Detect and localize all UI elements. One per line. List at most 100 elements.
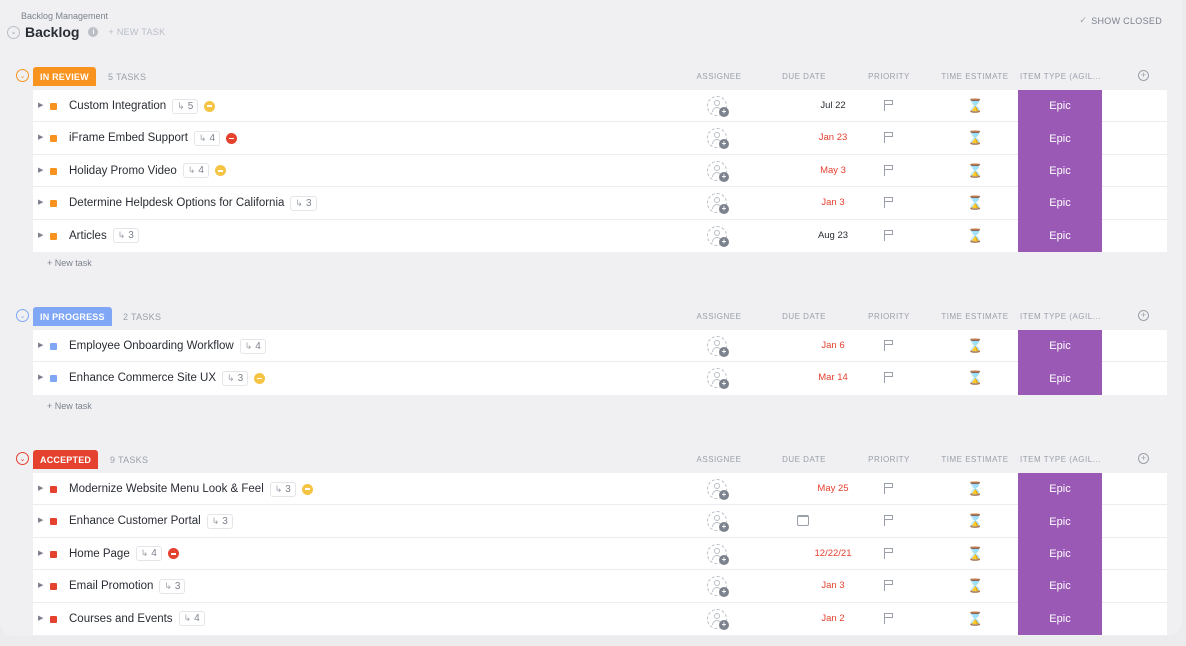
- expand-caret-icon[interactable]: ▶: [38, 581, 43, 589]
- col-assignee[interactable]: ASSIGNEE: [697, 312, 742, 321]
- hourglass-icon[interactable]: ⌛: [967, 512, 983, 530]
- status-pill[interactable]: IN PROGRESS: [33, 307, 112, 326]
- task-name[interactable]: Employee Onboarding Workflow: [69, 340, 234, 352]
- hourglass-icon[interactable]: ⌛: [967, 227, 983, 245]
- group-collapse-icon[interactable]: ⌄: [16, 452, 29, 465]
- expand-caret-icon[interactable]: ▶: [38, 549, 43, 557]
- expand-caret-icon[interactable]: ▶: [38, 516, 43, 524]
- hourglass-icon[interactable]: ⌛: [967, 129, 983, 147]
- expand-caret-icon[interactable]: ▶: [38, 614, 43, 622]
- item-type-cell[interactable]: Epic: [1018, 537, 1102, 571]
- item-type-cell[interactable]: Epic: [1018, 602, 1102, 635]
- table-row[interactable]: ▶ Email Promotion ↳ 3 + Jan 3 ⌛ Epic: [33, 570, 1167, 603]
- add-assignee-icon[interactable]: +: [707, 608, 729, 630]
- priority-status-icon[interactable]: [301, 483, 313, 495]
- expand-caret-icon[interactable]: ▶: [38, 231, 43, 239]
- status-pill[interactable]: IN REVIEW: [33, 67, 96, 86]
- table-row[interactable]: ▶ Determine Helpdesk Options for Califor…: [33, 187, 1167, 220]
- task-name[interactable]: Determine Helpdesk Options for Californi…: [69, 197, 284, 209]
- table-row[interactable]: ▶ Modernize Website Menu Look & Feel ↳ 3 …: [33, 473, 1167, 506]
- group-collapse-icon[interactable]: ⌄: [16, 69, 29, 82]
- due-date[interactable]: 12/22/21: [803, 538, 863, 570]
- item-type-cell[interactable]: Epic: [1018, 570, 1102, 603]
- task-name[interactable]: Courses and Events: [69, 613, 173, 625]
- status-square-icon[interactable]: [50, 343, 57, 350]
- priority-flag-icon[interactable]: [884, 483, 894, 494]
- add-assignee-icon[interactable]: +: [707, 96, 729, 117]
- add-column-icon[interactable]: +: [1138, 310, 1149, 321]
- col-priority[interactable]: PRIORITY: [868, 455, 910, 464]
- priority-flag-icon[interactable]: [884, 372, 894, 384]
- priority-flag-icon[interactable]: [884, 547, 894, 559]
- status-square-icon[interactable]: [50, 550, 57, 558]
- priority-flag-icon[interactable]: [884, 580, 894, 592]
- expand-caret-icon[interactable]: ▶: [38, 101, 43, 109]
- subtask-badge[interactable]: ↳ 4: [182, 163, 209, 179]
- hourglass-icon[interactable]: ⌛: [967, 610, 983, 628]
- status-square-icon[interactable]: [50, 615, 57, 623]
- add-assignee-icon[interactable]: +: [707, 225, 729, 247]
- hourglass-icon[interactable]: ⌛: [967, 97, 983, 115]
- priority-flag-icon[interactable]: [884, 340, 894, 351]
- add-column-icon[interactable]: +: [1138, 70, 1149, 81]
- col-due-date[interactable]: DUE DATE: [782, 72, 826, 81]
- subtask-badge[interactable]: ↳ 5: [172, 98, 199, 114]
- expand-caret-icon[interactable]: ▶: [38, 484, 43, 492]
- subtask-badge[interactable]: ↳ 3: [269, 481, 296, 497]
- priority-status-icon[interactable]: [204, 100, 216, 112]
- calendar-icon[interactable]: [797, 515, 809, 527]
- item-type-cell[interactable]: Epic: [1018, 330, 1102, 363]
- due-date[interactable]: Jan 23: [803, 122, 863, 154]
- breadcrumb[interactable]: Backlog Management: [21, 11, 108, 21]
- expand-caret-icon[interactable]: ▶: [38, 373, 43, 381]
- task-name[interactable]: Enhance Customer Portal: [69, 515, 201, 527]
- info-icon[interactable]: i: [88, 27, 99, 37]
- col-assignee[interactable]: ASSIGNEE: [697, 455, 742, 464]
- priority-status-icon[interactable]: [167, 548, 179, 560]
- task-name[interactable]: Email Promotion: [69, 580, 153, 592]
- status-square-icon[interactable]: [50, 167, 57, 175]
- col-time-estimate[interactable]: TIME ESTIMATE: [941, 72, 1008, 81]
- add-assignee-icon[interactable]: +: [707, 576, 729, 598]
- hourglass-icon[interactable]: ⌛: [967, 577, 983, 595]
- priority-flag-icon[interactable]: [884, 515, 894, 527]
- hourglass-icon[interactable]: ⌛: [967, 162, 983, 180]
- table-row[interactable]: ▶ Holiday Promo Video ↳ 4 + May 3 ⌛ Epic: [33, 154, 1167, 188]
- col-assignee[interactable]: ASSIGNEE: [697, 72, 742, 81]
- add-assignee-icon[interactable]: +: [707, 543, 729, 565]
- due-date[interactable]: May 25: [803, 473, 863, 505]
- group-collapse-icon[interactable]: ⌄: [16, 309, 29, 322]
- due-date[interactable]: Jan 2: [803, 603, 863, 635]
- item-type-cell[interactable]: Epic: [1018, 505, 1102, 538]
- table-row[interactable]: ▶ Enhance Commerce Site UX ↳ 3 + Mar 14 ⌛…: [33, 362, 1167, 395]
- expand-caret-icon[interactable]: ▶: [38, 198, 43, 206]
- add-assignee-icon[interactable]: +: [707, 479, 729, 500]
- item-type-cell[interactable]: Epic: [1018, 362, 1102, 395]
- item-type-cell[interactable]: Epic: [1018, 473, 1102, 506]
- priority-status-icon[interactable]: [214, 165, 226, 177]
- subtask-badge[interactable]: ↳ 3: [222, 370, 249, 386]
- status-square-icon[interactable]: [50, 518, 57, 526]
- subtask-badge[interactable]: ↳ 4: [178, 611, 205, 627]
- table-row[interactable]: ▶ Employee Onboarding Workflow ↳ 4 + Jan …: [33, 330, 1167, 363]
- priority-status-icon[interactable]: [226, 132, 237, 144]
- due-date[interactable]: Jan 3: [803, 570, 863, 602]
- subtask-badge[interactable]: ↳ 4: [135, 546, 162, 562]
- task-name[interactable]: Holiday Promo Video: [69, 165, 177, 177]
- status-square-icon[interactable]: [50, 375, 57, 383]
- hourglass-icon[interactable]: ⌛: [967, 337, 983, 355]
- show-closed-toggle[interactable]: ✓ SHOW CLOSED: [1079, 15, 1162, 26]
- new-task-link[interactable]: + New task: [47, 401, 1182, 411]
- add-assignee-icon[interactable]: +: [707, 160, 729, 182]
- expand-caret-icon[interactable]: ▶: [38, 166, 43, 174]
- col-item-type[interactable]: ITEM TYPE (AGIL...: [1020, 455, 1101, 464]
- task-name[interactable]: Custom Integration: [69, 100, 166, 112]
- due-date[interactable]: Mar 14: [803, 362, 863, 394]
- due-date[interactable]: Jan 3: [803, 187, 863, 219]
- subtask-badge[interactable]: ↳ 4: [239, 338, 266, 354]
- hourglass-icon[interactable]: ⌛: [967, 545, 983, 563]
- table-row[interactable]: ▶ iFrame Embed Support ↳ 4 + Jan 23 ⌛ Epi…: [33, 122, 1167, 155]
- table-row[interactable]: ▶ Custom Integration ↳ 5 + Jul 22 ⌛ Epic: [33, 90, 1167, 123]
- priority-flag-icon[interactable]: [884, 197, 894, 209]
- col-item-type[interactable]: ITEM TYPE (AGIL...: [1020, 312, 1101, 321]
